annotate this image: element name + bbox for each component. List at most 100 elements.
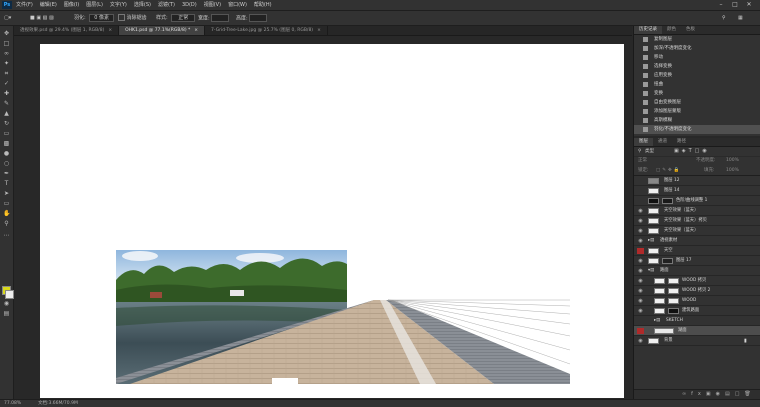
menu-window[interactable]: 窗口(W): [228, 0, 247, 10]
layer-group-row[interactable]: ▸▤ SKETCH: [634, 316, 760, 326]
layer-row[interactable]: 图层 12: [634, 176, 760, 186]
layer-group-row[interactable]: ◉ ▾▤ 路面: [634, 266, 760, 276]
menu-layer[interactable]: 图层(L): [86, 0, 103, 10]
menu-filter[interactable]: 滤镜(T): [158, 0, 175, 10]
pen-tool-icon[interactable]: ✒: [3, 170, 10, 177]
layer-row[interactable]: 天空: [634, 246, 760, 256]
visibility-eye-icon[interactable]: ◉: [637, 308, 644, 314]
menu-select[interactable]: 选择(S): [134, 0, 151, 10]
crop-tool-icon[interactable]: ⌗: [3, 70, 10, 77]
brush-tool-icon[interactable]: ✎: [3, 100, 10, 107]
blur-tool-icon[interactable]: ●: [3, 150, 10, 157]
move-tool-icon[interactable]: ✥: [3, 30, 10, 37]
close-icon[interactable]: ×: [317, 28, 321, 33]
tab-layers[interactable]: 图层: [634, 138, 653, 146]
filter-icons[interactable]: ▣◈T□◉: [674, 147, 710, 156]
visibility-eye-icon[interactable]: ◉: [637, 228, 644, 234]
history-item[interactable]: 应用变换: [634, 71, 760, 80]
menu-help[interactable]: 帮助(H): [254, 0, 272, 10]
visibility-eye-icon[interactable]: [637, 188, 644, 194]
tab-swatches[interactable]: 色板: [681, 26, 700, 34]
tab-history[interactable]: 历史记录: [634, 26, 662, 34]
visibility-eye-icon[interactable]: ◉: [637, 288, 644, 294]
workspace-icon[interactable]: ▦: [738, 14, 743, 22]
tab-paths[interactable]: 路径: [672, 138, 691, 146]
layer-row[interactable]: ◉ 背景 ▮: [634, 336, 760, 346]
visibility-eye-icon[interactable]: [637, 318, 644, 324]
blend-mode-select[interactable]: 正常: [638, 157, 647, 165]
visibility-eye-icon[interactable]: ◉: [637, 268, 644, 274]
history-item[interactable]: 自由变换图层: [634, 98, 760, 107]
layer-row[interactable]: ◉ 图层 17: [634, 256, 760, 266]
layer-action-icons[interactable]: ∞fx▣◉▤□🗑: [682, 391, 756, 398]
visibility-eye-icon[interactable]: ◉: [637, 238, 644, 244]
filter-kind-select[interactable]: 类型: [645, 147, 654, 156]
doc-tab-2[interactable]: OHK1.psd @ 77.1%(RGB/8) * ×: [119, 26, 206, 35]
visibility-eye-icon[interactable]: ◉: [637, 298, 644, 304]
visibility-eye-icon[interactable]: [637, 198, 644, 204]
marquee-tool-icon[interactable]: □: [3, 40, 10, 47]
layer-group-row[interactable]: ◉ ▸▤ 透视素材: [634, 236, 760, 246]
visibility-eye-icon[interactable]: [637, 178, 644, 184]
menu-view[interactable]: 视图(V): [204, 0, 221, 10]
shape-tool-icon[interactable]: ▭: [3, 200, 10, 207]
lock-icons[interactable]: □✎✥🔒: [656, 166, 681, 175]
fill-input[interactable]: 100%: [726, 166, 739, 175]
eyedropper-icon[interactable]: ✓: [3, 80, 10, 87]
doc-tab-3[interactable]: 7-Grid-Tree-Lake.jpg @ 25.7% (图层 0, RGB/…: [205, 26, 328, 35]
screen-mode-icon[interactable]: ▤: [3, 310, 10, 317]
layer-row[interactable]: 图层 14: [634, 186, 760, 196]
type-tool-icon[interactable]: T: [3, 180, 10, 187]
document-canvas[interactable]: [40, 44, 624, 398]
path-select-icon[interactable]: ➤: [3, 190, 10, 197]
history-item[interactable]: 高斯模糊: [634, 116, 760, 125]
history-item[interactable]: 复制图层: [634, 35, 760, 44]
search-icon[interactable]: ⚲: [722, 14, 726, 22]
close-icon[interactable]: ×: [108, 28, 112, 33]
history-brush-icon[interactable]: ↻: [3, 120, 10, 127]
menu-edit[interactable]: 编辑(E): [40, 0, 57, 10]
layer-row[interactable]: ◉ WOOD: [634, 296, 760, 306]
visibility-eye-icon[interactable]: ◉: [637, 208, 644, 214]
hand-tool-icon[interactable]: ✋: [3, 210, 10, 217]
visibility-eye-icon[interactable]: ◉: [637, 218, 644, 224]
tab-color[interactable]: 颜色: [662, 26, 681, 34]
history-item[interactable]: 变换: [634, 89, 760, 98]
feather-input[interactable]: 0 像素: [89, 14, 115, 22]
menu-3d[interactable]: 3D(D): [182, 0, 197, 10]
layer-row-selected[interactable]: 湖面: [634, 326, 760, 336]
visibility-eye-icon[interactable]: [637, 328, 644, 334]
menu-image[interactable]: 图像(I): [64, 0, 79, 10]
magic-wand-icon[interactable]: ✦: [3, 60, 10, 67]
clone-stamp-icon[interactable]: ▲: [3, 110, 10, 117]
layer-row[interactable]: ◉ 天空效果（蓝天）拷贝: [634, 216, 760, 226]
minimize-icon[interactable]: –: [714, 0, 728, 10]
layer-row[interactable]: ◉ WOOD 拷贝 2: [634, 286, 760, 296]
selection-mode-icons[interactable]: ■ ▣ ▧ ▨: [30, 14, 54, 22]
visibility-eye-icon[interactable]: [637, 248, 644, 254]
antialias-checkbox[interactable]: [118, 14, 125, 21]
history-item-active[interactable]: 羽化/不透明度变化: [634, 125, 760, 134]
visibility-eye-icon[interactable]: ◉: [637, 258, 644, 264]
history-item[interactable]: 添加图层蒙版: [634, 107, 760, 116]
close-icon[interactable]: ✕: [742, 0, 756, 10]
canvas-area[interactable]: [14, 36, 632, 398]
dodge-tool-icon[interactable]: ○: [3, 160, 10, 167]
history-item[interactable]: 扭曲: [634, 80, 760, 89]
search-icon[interactable]: ⚲: [638, 147, 641, 156]
marquee-tool-preset-icon[interactable]: ▢▾: [4, 14, 11, 22]
layer-row[interactable]: ◉ 天空效果（蓝天）: [634, 226, 760, 236]
visibility-eye-icon[interactable]: ◉: [637, 278, 644, 284]
layer-row[interactable]: ◉ 天空效果（蓝天）: [634, 206, 760, 216]
background-color-swatch[interactable]: [5, 290, 14, 299]
history-item[interactable]: 加深/不透明度变化: [634, 44, 760, 53]
style-select[interactable]: 正常: [171, 14, 196, 22]
layer-row[interactable]: 色阶/曲线调整 1: [634, 196, 760, 206]
eraser-tool-icon[interactable]: ▭: [3, 130, 10, 137]
visibility-eye-icon[interactable]: ◉: [637, 338, 644, 344]
layer-row[interactable]: ◉ 建筑路面: [634, 306, 760, 316]
doc-tab-1[interactable]: 透视效果.psd @ 29.4% (图层 1, RGB/8) ×: [14, 26, 120, 35]
healing-brush-icon[interactable]: ✚: [3, 90, 10, 97]
history-item[interactable]: 选择变换: [634, 62, 760, 71]
history-item[interactable]: 移动: [634, 53, 760, 62]
